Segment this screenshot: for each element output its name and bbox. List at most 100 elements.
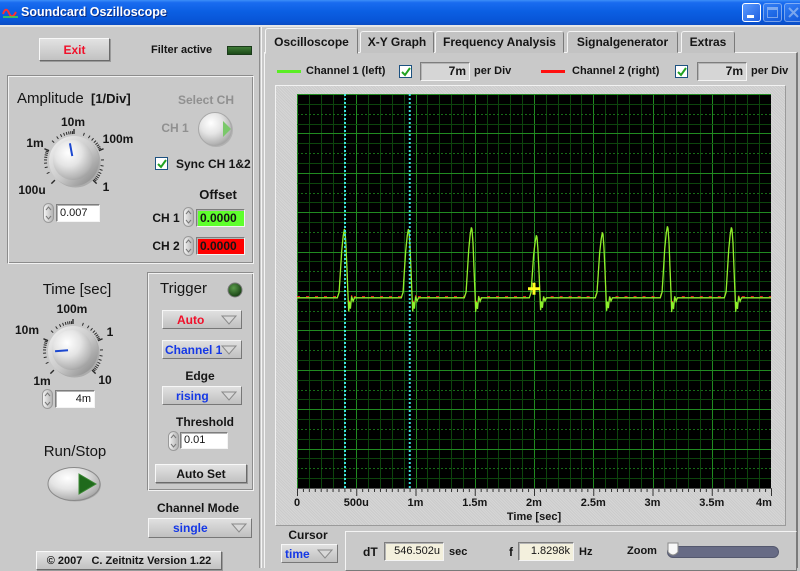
window-title: Soundcard Oszilloscope	[21, 5, 167, 19]
zoom-slider-track[interactable]	[667, 546, 779, 558]
time-spinner[interactable]	[42, 389, 53, 409]
amplitude-spinner[interactable]	[43, 203, 54, 223]
minimize-button[interactable]	[742, 3, 761, 22]
channel-mode-value: single	[173, 521, 208, 535]
threshold-field[interactable]: 0.01	[180, 432, 228, 449]
trigger-source-dropdown[interactable]: Channel 1	[162, 340, 242, 359]
select-ch-button[interactable]	[197, 111, 234, 148]
x-tick-label: 3.5m	[699, 496, 724, 510]
knob-minor-tick	[100, 356, 103, 357]
window-frame-line	[0, 25, 800, 27]
sync-checkbox[interactable]	[155, 157, 168, 170]
knob-minor-tick	[63, 323, 64, 326]
tab-xy-graph[interactable]: X-Y Graph	[360, 31, 434, 53]
knob-minor-tick	[94, 333, 96, 335]
knob-minor-tick	[96, 335, 99, 337]
knob-minor-tick	[97, 336, 100, 337]
checkmark-icon	[401, 67, 411, 77]
offset-ch1-spinner[interactable]	[183, 207, 194, 227]
knob-minor-tick	[44, 345, 47, 346]
trigger-source-value: Channel 1	[165, 343, 222, 357]
checkmark-icon	[677, 67, 687, 77]
auto-set-label: Auto Set	[176, 467, 225, 481]
knob-minor-tick	[65, 322, 66, 325]
tab-label: Frequency Analysis	[436, 35, 563, 49]
run-stop-button[interactable]	[46, 465, 103, 503]
knob-minor-tick	[45, 341, 48, 342]
zoom-slider-thumb[interactable]	[667, 542, 679, 559]
channel1-per-div-field[interactable]: 7m	[420, 62, 470, 81]
tab-extras[interactable]: Extras	[681, 31, 735, 53]
channel1-per-div-label: per Div	[474, 64, 511, 78]
knob-minor-tick	[47, 172, 50, 173]
channel2-per-div-field[interactable]: 7m	[697, 62, 747, 81]
dt-unit: sec	[449, 545, 467, 559]
exit-button-label: Exit	[63, 43, 85, 57]
threshold-spinner[interactable]	[168, 431, 179, 451]
channel1-enable-checkbox[interactable]	[399, 65, 412, 78]
auto-set-button[interactable]: Auto Set	[155, 464, 247, 483]
tab-frequency-analysis[interactable]: Frequency Analysis	[435, 31, 564, 53]
sync-label: Sync CH 1&2	[176, 157, 251, 171]
exit-button[interactable]: Exit	[39, 38, 110, 61]
knob-minor-tick	[99, 359, 102, 360]
channel2-enable-checkbox[interactable]	[675, 65, 688, 78]
x-tick-label: 3m	[645, 496, 661, 510]
title-bar: Soundcard Oszilloscope	[0, 0, 800, 25]
amplitude-scale-1: 1	[103, 180, 110, 194]
knob-minor-tick	[97, 145, 100, 147]
amplitude-value-field[interactable]: 0.007	[56, 204, 100, 222]
x-tick-label: 500u	[344, 496, 369, 510]
f-value-field: 1.8298k	[518, 542, 574, 561]
amplitude-scale-10m: 10m	[61, 115, 85, 129]
time-title: Time [sec]	[43, 281, 112, 299]
knob-pointer	[55, 350, 68, 351]
tab-oscilloscope[interactable]: Oscilloscope	[265, 28, 358, 54]
f-unit: Hz	[579, 545, 592, 559]
knob-minor-tick	[64, 133, 65, 136]
edge-label: Edge	[185, 369, 214, 383]
tab-signalgenerator[interactable]: Signalgenerator	[567, 31, 678, 53]
dropdown-arrow-icon	[221, 315, 237, 325]
knob-minor-tick	[45, 155, 48, 156]
close-icon	[788, 7, 799, 18]
x-tick-label: 2.5m	[581, 496, 606, 510]
offset-ch2-field[interactable]: 0.0000	[196, 237, 245, 255]
trigger-edge-dropdown[interactable]: rising	[162, 386, 242, 405]
knob-minor-tick	[95, 366, 97, 368]
knob-minor-tick	[45, 153, 48, 154]
crosshair-marker-v[interactable]	[533, 283, 536, 295]
offset-ch2-spinner[interactable]	[183, 236, 194, 256]
knob-minor-tick	[46, 362, 49, 363]
knob-minor-tick	[99, 172, 102, 173]
trigger-mode-dropdown[interactable]: Auto	[162, 310, 242, 329]
x-tick-label: 2m	[526, 496, 542, 510]
trigger-edge-value: rising	[176, 389, 209, 403]
select-ch-label: CH 1	[161, 121, 188, 135]
oscilloscope-plot[interactable]	[297, 94, 771, 488]
dropdown-arrow-icon	[221, 345, 237, 355]
maximize-button[interactable]	[763, 3, 782, 22]
zoom-label: Zoom	[627, 544, 657, 558]
knob-minor-tick	[93, 331, 95, 333]
knob-minor-tick	[44, 343, 47, 344]
knob-minor-tick	[97, 338, 100, 339]
channel1-legend-line	[277, 70, 301, 73]
knob-minor-tick	[94, 368, 96, 370]
dropdown-arrow-icon	[221, 391, 237, 401]
amplitude-unit: [1/Div]	[91, 92, 131, 106]
channel2-legend-label: Channel 2 (right)	[572, 64, 659, 78]
offset-ch1-field[interactable]: 0.0000	[196, 209, 245, 227]
knob-minor-tick	[82, 323, 83, 326]
close-button[interactable]	[784, 3, 800, 22]
copyright-box: © 2007 C. Zeitnitz Version 1.22	[36, 551, 222, 570]
channel-mode-dropdown[interactable]: single	[148, 518, 252, 538]
cursor-mode-dropdown[interactable]: time	[281, 544, 338, 563]
time-value-field[interactable]: 4m	[55, 390, 95, 408]
knob-minor-tick	[88, 136, 90, 139]
amplitude-scale-1m: 1m	[26, 136, 43, 150]
maximize-icon	[767, 7, 778, 18]
cursor-label: Cursor	[288, 528, 327, 542]
knob-minor-tick	[45, 167, 48, 168]
knob-major-tick	[51, 180, 55, 184]
